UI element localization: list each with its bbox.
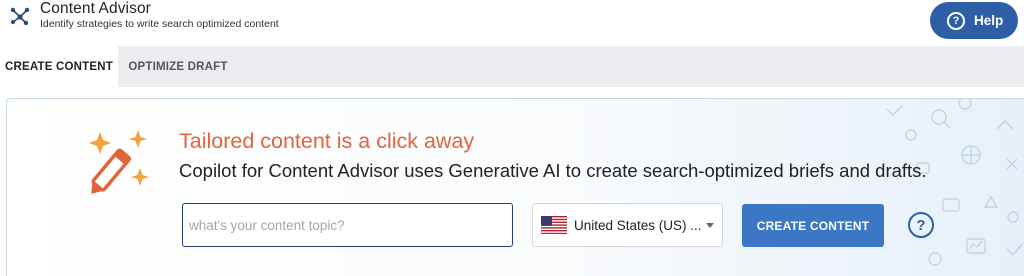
question-circle-icon[interactable]: ? <box>908 212 934 238</box>
tab-optimize-draft[interactable]: OPTIMIZE DRAFT <box>118 46 238 87</box>
country-select-value: United States (US) ... <box>574 217 702 233</box>
card-headline: Tailored content is a click away <box>179 129 475 153</box>
card-description: Copilot for Content Advisor uses Generat… <box>179 160 927 181</box>
help-button-label: Help <box>974 13 1004 28</box>
decorative-background-icons <box>886 99 1024 266</box>
app-header: Content Advisor Identify strategies to w… <box>0 0 1024 46</box>
tab-bar: CREATE CONTENT OPTIMIZE DRAFT <box>0 46 1024 87</box>
graph-nodes-icon <box>10 7 30 26</box>
us-flag-icon <box>541 216 567 234</box>
create-content-button[interactable]: CREATE CONTENT <box>742 204 884 247</box>
help-button[interactable]: ? Help <box>930 2 1018 39</box>
page-title: Content Advisor <box>40 0 151 17</box>
magic-wand-sparkles-icon <box>89 130 149 194</box>
topic-input[interactable] <box>182 203 513 247</box>
copilot-card <box>6 98 1024 276</box>
page-subtitle: Identify strategies to write search opti… <box>40 18 279 30</box>
chevron-down-icon <box>706 223 714 228</box>
tab-create-content[interactable]: CREATE CONTENT <box>0 46 118 87</box>
country-select[interactable]: United States (US) ... <box>532 203 723 247</box>
question-circle-icon: ? <box>947 11 965 30</box>
